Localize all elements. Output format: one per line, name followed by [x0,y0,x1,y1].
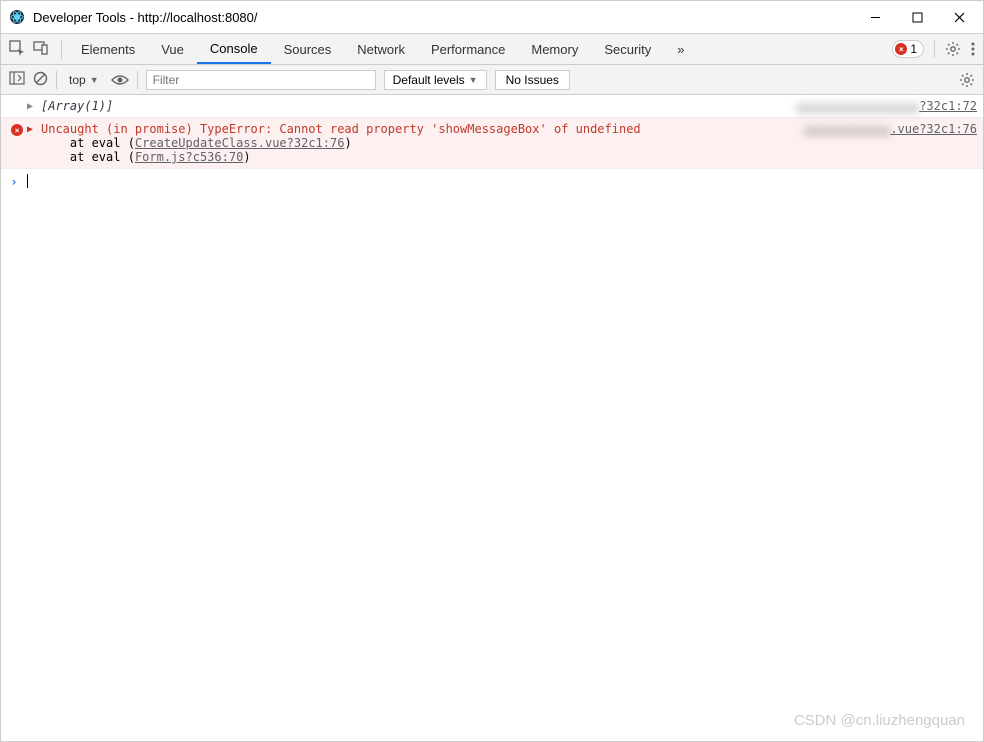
tab-performance[interactable]: Performance [418,34,518,64]
device-toolbar-icon[interactable] [33,40,49,59]
tab-memory[interactable]: Memory [518,34,591,64]
tab-elements[interactable]: Elements [68,34,148,64]
stack-link[interactable]: Form.js?c536:70 [135,150,243,164]
issues-button[interactable]: No Issues [495,70,570,90]
log-levels-selector[interactable]: Default levels ▼ [384,70,487,90]
issues-label: No Issues [506,73,559,87]
console-filter-bar: top ▼ Default levels ▼ No Issues [1,65,983,95]
minimize-button[interactable] [863,5,887,29]
error-message: Uncaught (in promise) TypeError: Cannot … [41,122,784,164]
stack-link[interactable]: CreateUpdateClass.vue?32c1:76 [135,136,345,150]
expand-icon[interactable]: ▶ [27,99,41,112]
context-selector[interactable]: top ▼ [65,71,103,89]
error-count: 1 [910,42,917,56]
log-message: [Array(1)] [41,99,776,113]
error-count-pill[interactable]: × 1 [892,40,924,58]
console-row-error[interactable]: × ▶ Uncaught (in promise) TypeError: Can… [1,118,983,169]
tab-console[interactable]: Console [197,34,271,64]
clear-console-icon[interactable] [33,71,48,89]
context-label: top [69,73,86,87]
row-gutter [7,99,27,101]
input-prompt-icon: › [7,173,27,189]
chevron-down-icon: ▼ [90,75,99,85]
close-button[interactable] [947,5,971,29]
console-input[interactable] [27,173,977,188]
console-row-log[interactable]: ▶ [Array(1)] xxxxxxxxxxxxxxxxx?32c1:72 [1,95,983,118]
log-source-link[interactable]: xxxxxxxxxxxxxxxxx?32c1:72 [776,99,977,113]
title-bar: Developer Tools - http://localhost:8080/ [1,1,983,33]
row-gutter: × [7,122,27,136]
tab-vue[interactable]: Vue [148,34,197,64]
inspect-element-icon[interactable] [9,40,25,59]
levels-label: Default levels [393,73,465,87]
more-menu-icon[interactable] [971,41,975,57]
console-sidebar-toggle-icon[interactable] [9,70,25,89]
console-output: ▶ [Array(1)] xxxxxxxxxxxxxxxxx?32c1:72 ×… [1,95,983,193]
tab-security[interactable]: Security [591,34,664,64]
expand-icon[interactable]: ▶ [27,122,41,135]
chevron-down-icon: ▼ [469,75,478,85]
tab-more[interactable]: » [664,34,697,64]
console-settings-icon[interactable] [959,72,975,88]
error-dot-icon: × [895,43,907,55]
settings-icon[interactable] [945,41,961,57]
maximize-button[interactable] [905,5,929,29]
error-icon: × [11,124,23,136]
live-expression-icon[interactable] [111,74,129,86]
console-input-row[interactable]: › [1,169,983,193]
app-icon [9,9,25,25]
tab-sources[interactable]: Sources [271,34,345,64]
watermark: CSDN @cn.liuzhengquan [794,712,965,729]
window-title: Developer Tools - http://localhost:8080/ [33,10,863,25]
filter-input[interactable] [146,70,376,90]
error-source-link[interactable]: xxxxxxxxxxxx.vue?32c1:76 [784,122,977,136]
devtools-tabs-bar: Elements Vue Console Sources Network Per… [1,33,983,65]
tab-network[interactable]: Network [344,34,418,64]
